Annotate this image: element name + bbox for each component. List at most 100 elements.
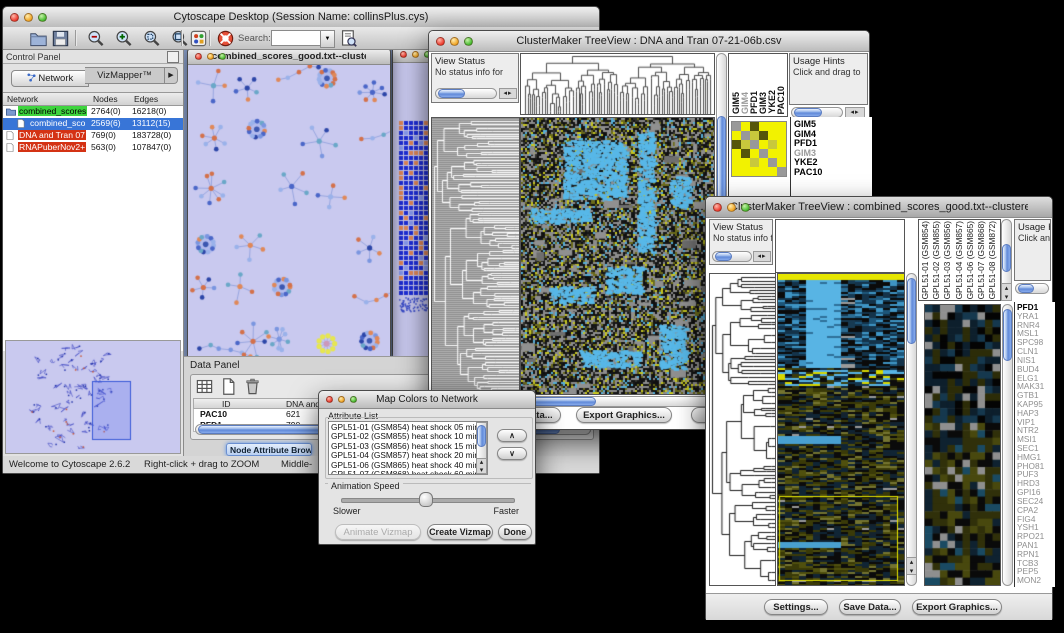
matrix-cell[interactable] [750,158,759,167]
tv2-column-dendrogram-panel[interactable] [775,219,905,273]
zoom-in-icon[interactable] [114,29,133,48]
network-window-1[interactable]: combined_scores_good.txt--cluste... [187,50,391,364]
network-overview-panel[interactable] [5,340,181,454]
matrix-cell[interactable] [732,122,741,131]
matrix-cell[interactable] [741,140,750,149]
matrix-cell[interactable] [777,167,786,176]
vizmapper-dots-icon[interactable] [189,29,208,48]
tv1-heatmap-panel[interactable] [520,117,715,395]
matrix-cell[interactable] [732,140,741,149]
search-input[interactable] [271,30,321,46]
matrix-cell[interactable] [741,158,750,167]
tab-vizmapper[interactable]: VizMapper™ [85,67,165,84]
close-icon[interactable] [195,53,202,60]
attribute-list-item[interactable]: GPL51-07 (GSM868) heat shock 60 min [331,470,487,475]
col-header-network[interactable]: Network [7,94,38,104]
tv1-status-scroll-arrows[interactable]: ◂▸ [499,88,517,99]
create-vizmap-button[interactable]: Create Vizmap [427,524,493,540]
matrix-cell[interactable] [777,149,786,158]
close-icon[interactable] [326,396,333,403]
matrix-cell[interactable] [741,122,750,131]
minimize-icon[interactable] [412,51,419,58]
node-attribute-browser-tab[interactable]: Node Attribute Browser [226,443,312,456]
tv2-zoom-vscrollbar[interactable] [1002,304,1013,586]
global-heatmap-canvas[interactable] [778,274,904,585]
close-icon[interactable] [436,37,445,46]
zoom-window-icon[interactable] [219,53,226,60]
network-row[interactable]: combined_scores2764(0)16218(0) [3,106,183,118]
tv2-collabel-arrows[interactable]: ▴▾ [1001,283,1012,301]
col-header-nodes[interactable]: Nodes [93,94,118,104]
zoom-window-icon[interactable] [741,203,750,212]
animate-vizmap-button[interactable]: Animate Vizmap [335,524,421,540]
col-header-edges[interactable]: Edges [134,94,158,104]
tv1-column-dendrogram-panel[interactable] [520,53,715,115]
data-col-id[interactable]: ID [222,399,231,409]
tv1-row-dendrogram-panel[interactable] [431,117,520,395]
window-controls[interactable] [10,13,47,22]
zoom-heatmap-matrix[interactable] [731,121,787,177]
animation-slider-thumb[interactable] [419,492,433,507]
window-controls[interactable] [436,37,473,46]
matrix-cell[interactable] [759,140,768,149]
new-attribute-icon[interactable] [219,377,238,396]
float-panel-icon[interactable] [167,51,179,63]
matrix-cell[interactable] [750,167,759,176]
zoom-selected-icon[interactable] [142,29,161,48]
matrix-cell[interactable] [732,167,741,176]
window-controls[interactable] [326,396,357,403]
treeview-window-combined[interactable]: ClusterMaker TreeView : combined_scores_… [705,196,1053,620]
matrix-cell[interactable] [750,122,759,131]
export-graphics-button[interactable]: Export Graphics... [912,599,1002,615]
window-controls[interactable] [713,203,750,212]
row-dendrogram-canvas[interactable] [432,118,519,394]
arrow-up-icon[interactable]: ▴ [480,459,484,466]
network-row[interactable]: combined_sco2569(6)13112(15) [3,118,183,130]
matrix-cell[interactable] [732,149,741,158]
zoom-out-icon[interactable] [86,29,105,48]
matrix-cell[interactable] [777,122,786,131]
attribute-search-icon[interactable] [339,29,358,48]
minimize-icon[interactable] [727,203,736,212]
matrix-cell[interactable] [768,167,777,176]
dialog-titlebar[interactable]: Map Colors to Network [319,391,535,409]
matrix-cell[interactable] [732,131,741,140]
save-data-button[interactable]: Save Data... [839,599,901,615]
tv2-vscroll-arrows[interactable]: ▴▾ [906,557,917,575]
matrix-cell[interactable] [741,131,750,140]
search-dropdown-button[interactable]: ▼ [320,30,335,48]
tab-overflow-arrow[interactable]: ▶ [165,67,178,84]
tv2-usage-hscrollbar[interactable] [1015,283,1049,294]
close-icon[interactable] [400,51,407,58]
arrow-up-icon[interactable]: ▴ [1005,285,1009,292]
matrix-cell[interactable] [768,122,777,131]
window-controls[interactable] [400,51,431,58]
matrix-cell[interactable] [768,158,777,167]
tab-network[interactable]: Network [11,70,89,87]
help-ring-icon[interactable] [216,29,235,48]
move-down-button[interactable]: ∨ [497,447,527,460]
matrix-cell[interactable] [777,140,786,149]
zoom-heatmap-canvas[interactable] [925,305,1000,585]
network-view-canvas-1[interactable] [188,65,390,364]
matrix-cell[interactable] [768,140,777,149]
matrix-cell[interactable] [768,149,777,158]
matrix-cell[interactable] [777,158,786,167]
zoom-window-icon[interactable] [350,396,357,403]
tv1-titlebar[interactable]: ClusterMaker TreeView : DNA and Tran 07-… [429,31,869,52]
close-icon[interactable] [10,13,19,22]
matrix-cell[interactable] [750,140,759,149]
network-row[interactable]: RNAPuberNov2+563(0)107847(0) [3,142,183,154]
arrow-up-icon[interactable]: ▴ [910,559,914,566]
tv1-heatmap-hscrollbar[interactable] [520,396,715,407]
matrix-cell[interactable] [759,167,768,176]
minimize-icon[interactable] [338,396,345,403]
arrow-right-icon[interactable]: ▸ [762,253,767,260]
row-dendrogram-canvas[interactable] [710,274,775,585]
attribute-list[interactable]: GPL51-01 (GSM854) heat shock 05 minGPL51… [328,421,488,475]
matrix-cell[interactable] [750,149,759,158]
zoom-fit-icon[interactable] [170,29,189,48]
arrow-right-icon[interactable]: ▸ [508,90,513,97]
done-button[interactable]: Done [498,524,532,540]
matrix-cell[interactable] [732,158,741,167]
